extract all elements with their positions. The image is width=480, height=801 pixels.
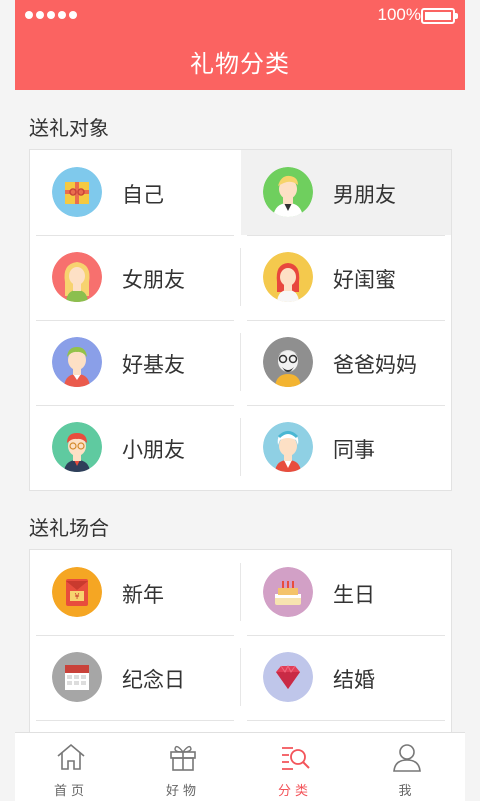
row-divider	[36, 235, 234, 236]
boyfriend-avatar-icon	[263, 167, 313, 217]
diamond-icon	[263, 652, 313, 702]
page-title: 礼物分类	[190, 50, 290, 78]
category-girlfriend[interactable]: 女朋友	[30, 235, 240, 320]
category-label: 结婚	[333, 668, 375, 692]
battery-icon	[421, 8, 458, 24]
category-wedding[interactable]: 结婚	[241, 635, 451, 720]
category-new-year[interactable]: ¥ 新年	[30, 550, 240, 635]
tab-label: 分类	[277, 784, 312, 799]
gift-icon	[170, 745, 196, 771]
category-colleague[interactable]: 同事	[241, 405, 451, 490]
category-label: 男朋友	[333, 183, 396, 207]
parents-avatar-icon	[263, 337, 313, 387]
category-label: 新年	[122, 583, 164, 607]
category-label: 小朋友	[122, 438, 185, 462]
colleague-avatar-icon	[263, 422, 313, 472]
category-label: 纪念日	[122, 668, 185, 692]
category-search-icon	[282, 747, 310, 770]
category-bestie[interactable]: 好闺蜜	[241, 235, 451, 320]
category-self[interactable]: 自己	[30, 150, 240, 235]
tab-label: 我	[398, 784, 416, 799]
girlfriend-avatar-icon	[52, 252, 102, 302]
tab-home[interactable]: 首页	[15, 733, 127, 801]
row-divider	[36, 720, 234, 721]
battery-percentage: 100%	[377, 5, 421, 24]
tab-label: 首页	[53, 784, 88, 799]
calendar-icon	[52, 652, 102, 702]
tab-goods[interactable]: 好物	[127, 733, 239, 801]
category-anniversary[interactable]: 纪念日	[30, 635, 240, 720]
tab-label: 好物	[165, 784, 200, 799]
row-divider	[36, 320, 234, 321]
category-label: 女朋友	[122, 268, 185, 292]
category-parents[interactable]: 爸爸妈妈	[241, 320, 451, 405]
row-divider	[247, 405, 445, 406]
category-label: 好闺蜜	[333, 268, 396, 292]
column-divider	[240, 648, 241, 706]
column-divider	[240, 418, 241, 476]
section-title-recipients: 送礼对象	[29, 116, 109, 140]
row-divider	[247, 720, 445, 721]
recipient-card: 男朋友 自己 女朋友 好闺蜜 好基友 爸爸妈妈 小朋友 同事	[29, 149, 452, 491]
category-content[interactable]: 送礼对象 男朋友 自己 女朋友 好闺蜜 好基友 爸爸妈妈 小朋友 同事 送礼场合…	[15, 90, 465, 732]
category-label: 生日	[333, 583, 375, 607]
user-icon	[393, 744, 421, 772]
section-title-occasions: 送礼场合	[29, 516, 109, 540]
category-kid[interactable]: 小朋友	[30, 405, 240, 490]
gift-box-icon	[52, 167, 102, 217]
buddy-avatar-icon	[52, 337, 102, 387]
birthday-cake-icon	[263, 567, 313, 617]
tab-profile[interactable]: 我	[351, 733, 463, 801]
app-header: 100% 礼物分类	[15, 0, 465, 90]
tab-category[interactable]: 分类	[239, 733, 351, 801]
column-divider	[240, 333, 241, 391]
bottom-tab-bar: 首页 好物 分类 我	[15, 732, 465, 801]
red-envelope-icon: ¥	[52, 567, 102, 617]
occasion-card: ¥ 新年 生日 纪念日 结婚	[29, 549, 452, 732]
row-divider	[36, 405, 234, 406]
row-divider	[247, 635, 445, 636]
row-divider	[247, 235, 445, 236]
row-divider	[247, 320, 445, 321]
category-label: 自己	[122, 183, 164, 207]
category-label: 好基友	[122, 353, 185, 377]
svg-text:¥: ¥	[74, 592, 79, 601]
home-icon	[57, 743, 85, 770]
bestie-avatar-icon	[263, 252, 313, 302]
column-divider	[240, 563, 241, 621]
category-boyfriend[interactable]: 男朋友	[241, 150, 451, 235]
row-divider	[36, 635, 234, 636]
column-divider	[240, 248, 241, 306]
category-birthday[interactable]: 生日	[241, 550, 451, 635]
kid-avatar-icon	[52, 422, 102, 472]
signal-dots-icon	[25, 11, 77, 19]
status-bar: 100%	[15, 0, 465, 30]
category-label: 同事	[333, 438, 375, 462]
category-label: 爸爸妈妈	[333, 353, 417, 377]
category-buddy[interactable]: 好基友	[30, 320, 240, 405]
